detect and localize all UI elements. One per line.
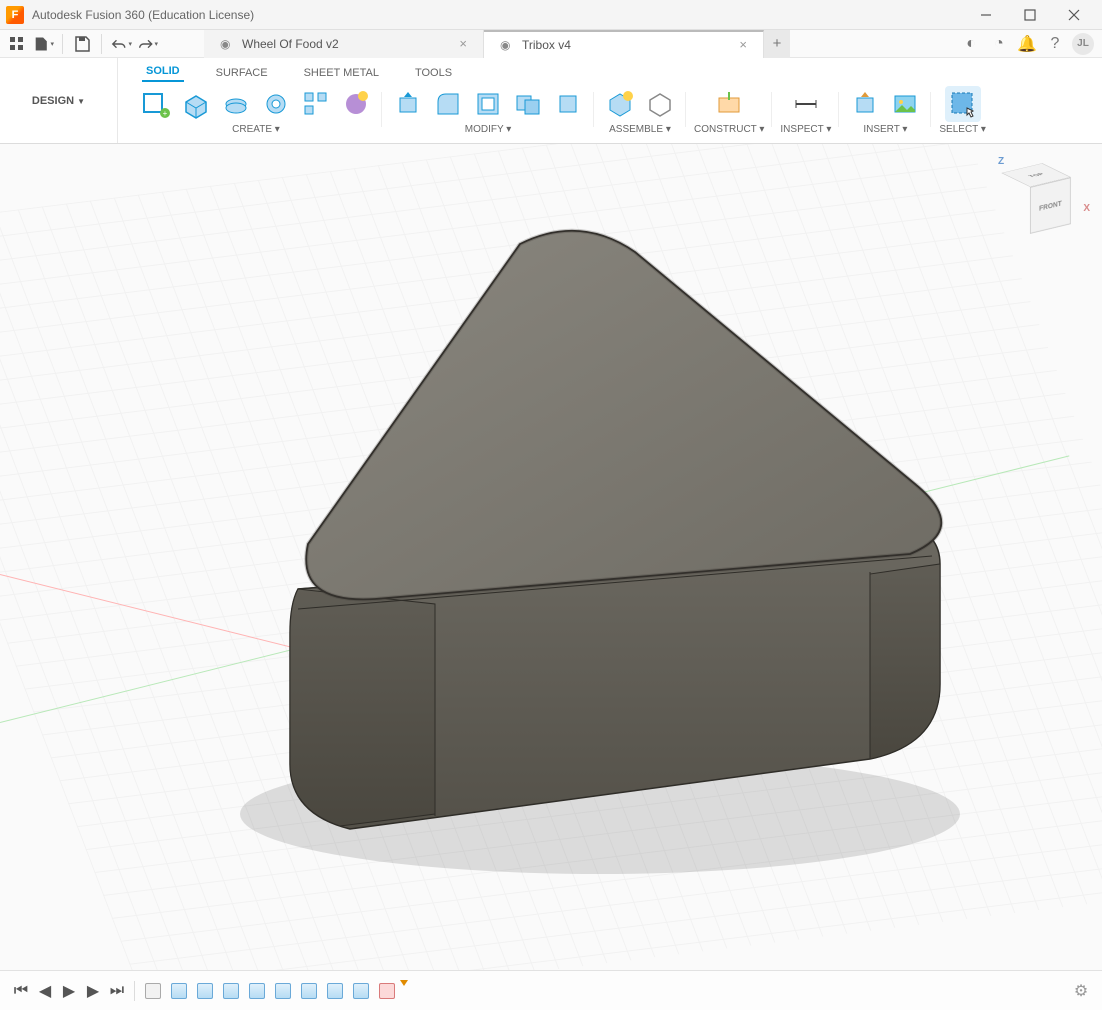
timeline-feature[interactable]: [142, 980, 164, 1002]
insert-decal-button[interactable]: [887, 86, 923, 122]
title-bar: F Autodesk Fusion 360 (Education License…: [0, 0, 1102, 30]
document-tab[interactable]: ◉ Tribox v4 ×: [484, 30, 764, 58]
timeline-feature[interactable]: [168, 980, 190, 1002]
move-button[interactable]: [550, 86, 586, 122]
measure-button[interactable]: [788, 86, 824, 122]
maximize-button[interactable]: [1008, 0, 1052, 30]
timeline-feature[interactable]: [298, 980, 320, 1002]
cube-icon: ◉: [500, 38, 514, 52]
file-menu-button[interactable]: ▾: [32, 33, 54, 55]
ribbon-group-construct: CONSTRUCT ▾: [686, 86, 772, 135]
window-title: Autodesk Fusion 360 (Education License): [32, 8, 254, 22]
notifications-icon[interactable]: 🔔: [1016, 33, 1038, 55]
document-tab-label: Wheel Of Food v2: [242, 37, 339, 51]
create-form-button[interactable]: [338, 86, 374, 122]
ribbon-group-modify: MODIFY ▾: [382, 86, 594, 135]
timeline-feature[interactable]: [272, 980, 294, 1002]
timeline-feature[interactable]: [220, 980, 242, 1002]
shell-button[interactable]: [470, 86, 506, 122]
pattern-button[interactable]: [298, 86, 334, 122]
workspace-switcher[interactable]: DESIGN ▼: [0, 58, 118, 143]
undo-button[interactable]: ▾: [110, 33, 132, 55]
timeline-settings-button[interactable]: ⚙: [1070, 980, 1092, 1002]
view-cube[interactable]: Z X TOP FRONT RIGHT: [1000, 162, 1082, 244]
construct-plane-button[interactable]: [711, 86, 747, 122]
axis-label-x: X: [1083, 203, 1090, 214]
close-tab-button[interactable]: ×: [739, 37, 747, 52]
timeline-bar: ⏮ ◀ ▶ ▶ ⏭ ⚙: [0, 970, 1102, 1010]
timeline-playhead[interactable]: [401, 980, 407, 1002]
hole-button[interactable]: [258, 86, 294, 122]
viewcube-face-front[interactable]: FRONT: [1030, 177, 1071, 234]
document-tab[interactable]: ◉ Wheel Of Food v2 ×: [204, 30, 484, 58]
timeline-step-fwd-button[interactable]: ▶: [82, 980, 104, 1002]
timeline-feature[interactable]: [194, 980, 216, 1002]
model-body[interactable]: [180, 204, 960, 904]
timeline-feature[interactable]: [324, 980, 346, 1002]
timeline-play-button[interactable]: ▶: [58, 980, 80, 1002]
axis-label-z: Z: [998, 156, 1004, 167]
job-status-icon[interactable]: ◔: [988, 33, 1010, 55]
ribbon-tab-tools[interactable]: TOOLS: [411, 63, 456, 82]
ribbon-toolbar: DESIGN ▼ SOLID SURFACE SHEET METAL TOOLS…: [0, 58, 1102, 144]
revolve-button[interactable]: [218, 86, 254, 122]
minimize-button[interactable]: [964, 0, 1008, 30]
document-tab-label: Tribox v4: [522, 38, 571, 52]
ribbon-group-create: + CREATE ▾: [130, 86, 382, 135]
redo-button[interactable]: ▾: [136, 33, 158, 55]
timeline-step-back-button[interactable]: ◀: [34, 980, 56, 1002]
ribbon-tab-surface[interactable]: SURFACE: [212, 63, 272, 82]
help-icon[interactable]: ?: [1044, 33, 1066, 55]
combine-button[interactable]: [510, 86, 546, 122]
ribbon-tab-solid[interactable]: SOLID: [142, 61, 184, 82]
create-sketch-button[interactable]: +: [138, 86, 174, 122]
svg-text:+: +: [163, 109, 168, 118]
press-pull-button[interactable]: [390, 86, 426, 122]
ribbon-group-assemble: ASSEMBLE ▾: [594, 86, 686, 135]
ribbon-tab-sheet-metal[interactable]: SHEET METAL: [300, 63, 383, 82]
data-panel-button[interactable]: [6, 33, 28, 55]
user-avatar[interactable]: JL: [1072, 33, 1094, 55]
timeline-start-button[interactable]: ⏮: [10, 980, 32, 1002]
timeline-end-button[interactable]: ⏭: [106, 980, 128, 1002]
extensions-icon[interactable]: ◐: [960, 33, 982, 55]
select-button[interactable]: [945, 86, 981, 122]
fillet-button[interactable]: [430, 86, 466, 122]
joint-button[interactable]: [642, 86, 678, 122]
app-logo-icon: F: [6, 6, 24, 24]
extrude-button[interactable]: [178, 86, 214, 122]
model-canvas[interactable]: Z X TOP FRONT RIGHT: [0, 144, 1102, 970]
document-tab-strip: ◉ Wheel Of Food v2 × ◉ Tribox v4 × +: [204, 30, 952, 58]
ribbon-tab-row: SOLID SURFACE SHEET METAL TOOLS: [118, 58, 1102, 82]
quick-access-bar: ▾ ▾ ▾ ◉ Wheel Of Food v2 × ◉ Tribox v4 ×…: [0, 30, 1102, 58]
cube-icon: ◉: [220, 37, 234, 51]
save-button[interactable]: [71, 33, 93, 55]
new-tab-button[interactable]: +: [764, 30, 790, 58]
insert-derive-button[interactable]: [847, 86, 883, 122]
ribbon-group-inspect: INSPECT ▾: [772, 86, 839, 135]
new-component-button[interactable]: [602, 86, 638, 122]
ribbon-group-insert: INSERT ▾: [839, 86, 931, 135]
timeline-feature[interactable]: [350, 980, 372, 1002]
close-window-button[interactable]: [1052, 0, 1096, 30]
timeline-feature[interactable]: [376, 980, 398, 1002]
close-tab-button[interactable]: ×: [459, 36, 467, 51]
timeline-feature[interactable]: [246, 980, 268, 1002]
ribbon-group-select: SELECT ▾: [931, 86, 994, 135]
